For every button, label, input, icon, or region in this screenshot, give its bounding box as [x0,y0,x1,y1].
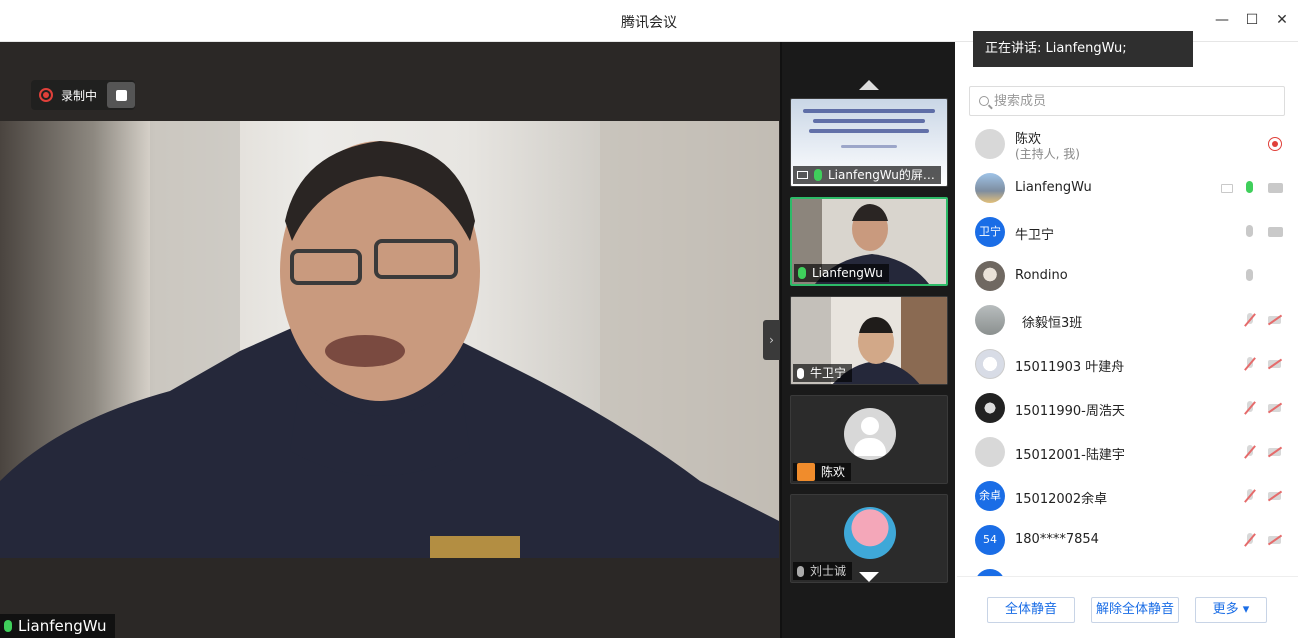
more-button[interactable]: 更多 ▾ [1195,597,1267,623]
avatar: 54 [975,525,1005,555]
avatar [975,173,1005,203]
thumbnail-chenhuan[interactable]: 陈欢 [790,395,948,484]
list-item[interactable]: Rondino [957,254,1298,298]
list-item[interactable]: 15011903 叶建舟 [957,342,1298,386]
member-role: (主持人, 我) [1015,147,1080,161]
main-speaker-name: LianfengWu [18,617,107,635]
speaker-video-frame [0,121,779,558]
mic-muted-icon[interactable] [1244,313,1256,327]
record-icon [1268,137,1282,151]
avatar: 卫宁 [975,217,1005,247]
mic-speaking-icon[interactable] [1246,181,1253,193]
list-item[interactable]: 余卓 15012002余卓 [957,474,1298,518]
list-item[interactable]: 15012001-陆建宇 [957,430,1298,474]
mute-all-button[interactable]: 全体静音 [987,597,1075,623]
thumbnail-label: LianfengWu [794,264,889,282]
avatar [975,129,1005,159]
avatar [975,437,1005,467]
avatar [975,569,1005,576]
search-icon [979,96,989,106]
member-name: 徐毅恒3班 [1022,316,1083,331]
list-item[interactable]: 徐毅恒3班 [957,298,1298,342]
thumbnail-liushicheng[interactable]: 刘士诚 [790,494,948,583]
member-list: 陈欢 (主持人, 我) LianfengWu 卫宁 牛卫宁 Rondino 徐毅… [957,122,1298,576]
list-item[interactable] [957,562,1298,576]
mic-icon [797,367,804,379]
member-name: 牛卫宁 [1015,228,1055,243]
camera-off-icon[interactable] [1267,446,1283,458]
mic-muted-icon[interactable] [1244,445,1256,459]
main-video [0,121,779,558]
minimize-icon[interactable]: — [1214,12,1230,28]
panel-footer: 全体静音 解除全体静音 更多 ▾ [957,576,1298,638]
host-badge-icon [797,463,815,481]
avatar [975,261,1005,291]
member-name: 15011903 叶建舟 [1015,360,1125,375]
thumbnail-label: 陈欢 [793,463,852,481]
default-avatar-icon [844,408,896,460]
collapse-thumbnails-button[interactable]: › [763,320,780,360]
scroll-up-icon[interactable] [859,80,879,90]
camera-off-icon[interactable] [1267,358,1283,370]
avatar [975,393,1005,423]
mic-speaking-icon [798,267,806,279]
thumbnail-strip: LianfengWu的屏… LianfengWu 牛卫宁 陈欢 刘士诚 [780,42,955,638]
mic-muted-icon[interactable] [1244,489,1256,503]
thumbnail-label: 牛卫宁 [793,364,853,382]
thumbnail-niuweining[interactable]: 牛卫宁 [790,296,948,385]
mic-icon[interactable] [1246,225,1253,237]
member-name: 15011990-周浩天 [1015,404,1125,419]
thumbnail-label: 刘士诚 [793,562,853,580]
camera-icon[interactable] [1268,183,1283,193]
members-panel: 正在讲话: LianfengWu; 陈欢 (主持人, 我) LianfengWu… [957,31,1298,638]
avatar [975,305,1005,335]
speaking-banner: 正在讲话: LianfengWu; [973,31,1193,67]
recording-indicator: 录制中 [31,80,135,110]
list-item[interactable]: 15011990-周浩天 [957,386,1298,430]
member-name: 15012002余卓 [1015,492,1108,507]
thumbnail-label: LianfengWu的屏… [793,166,941,184]
mic-muted-icon [797,565,804,577]
unmute-all-button[interactable]: 解除全体静音 [1091,597,1179,623]
list-item[interactable]: 陈欢 (主持人, 我) [957,122,1298,166]
camera-icon[interactable] [1268,227,1283,237]
member-name: LianfengWu [1015,180,1092,195]
camera-off-icon[interactable] [1267,534,1283,546]
stop-recording-button[interactable] [107,82,135,108]
avatar: 余卓 [975,481,1005,511]
window-title: 腾讯会议 [621,15,677,31]
record-icon [39,88,53,102]
mic-icon[interactable] [1246,269,1253,281]
thumbnail-lianfengwu[interactable]: LianfengWu [790,197,948,286]
member-search[interactable] [969,86,1285,116]
mic-muted-icon[interactable] [1244,357,1256,371]
scroll-down-icon[interactable] [859,572,879,582]
main-speaker-tag: LianfengWu [0,614,115,638]
maximize-icon[interactable]: ☐ [1244,12,1260,28]
close-icon[interactable]: ✕ [1274,12,1290,28]
member-name: 180****7854 [1015,532,1099,547]
avatar [844,507,896,559]
mic-speaking-icon [814,169,822,181]
avatar [975,349,1005,379]
list-item[interactable]: 54 180****7854 [957,518,1298,562]
list-item[interactable]: LianfengWu [957,166,1298,210]
member-name: 15012001-陆建宇 [1015,448,1125,463]
chevron-right-icon: › [769,333,774,347]
camera-off-icon[interactable] [1267,314,1283,326]
list-item[interactable]: 卫宁 牛卫宁 [957,210,1298,254]
camera-off-icon[interactable] [1267,402,1283,414]
mic-muted-icon[interactable] [1244,401,1256,415]
screen-share-icon [797,171,808,179]
member-name: Rondino [1015,268,1068,283]
main-stage: 录制中 LianfengWu › [0,42,780,638]
thumbnail-screen-share[interactable]: LianfengWu的屏… [790,98,948,187]
search-input[interactable] [994,91,1274,111]
mic-speaking-icon [4,620,12,632]
screen-share-icon [1221,184,1233,193]
camera-off-icon[interactable] [1267,490,1283,502]
recording-label: 录制中 [61,89,98,103]
mic-muted-icon[interactable] [1244,533,1256,547]
